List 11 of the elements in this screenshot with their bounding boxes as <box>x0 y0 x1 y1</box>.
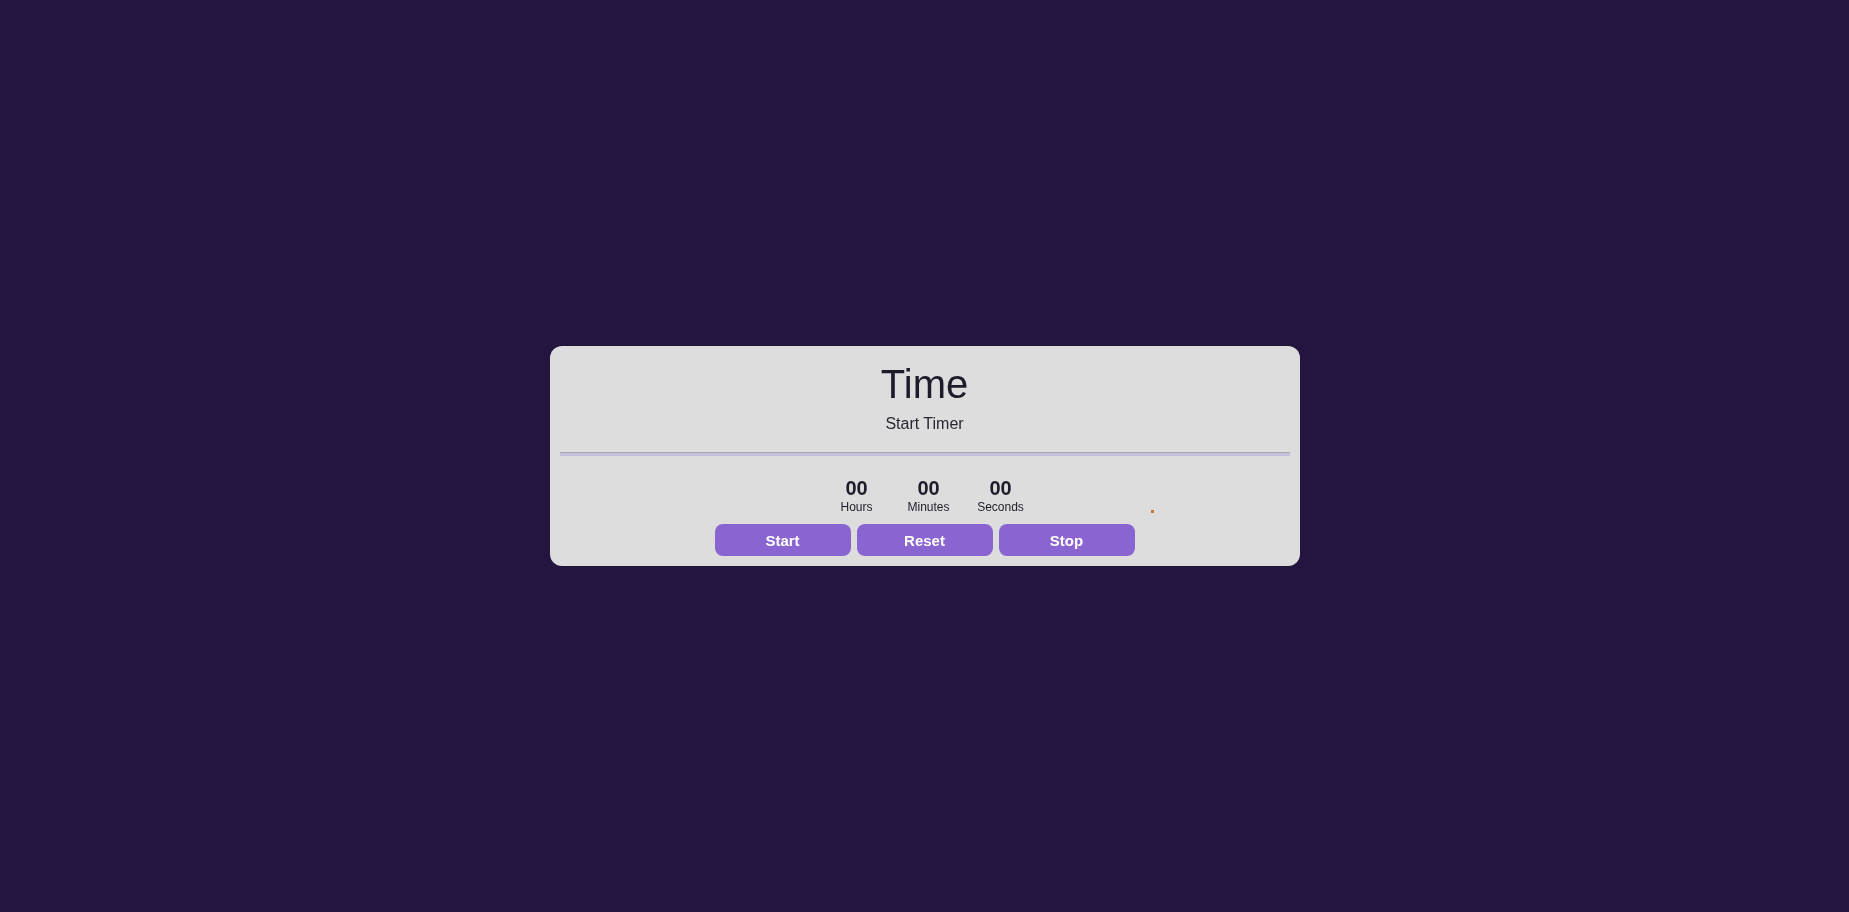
time-value: 00 <box>989 477 1012 500</box>
timer-button[interactable]: Reset <box>856 524 993 556</box>
time-unit-label: Seconds <box>977 500 1024 514</box>
time-value: 00 <box>845 477 868 500</box>
time-value: 00 <box>917 477 940 500</box>
time-unit-label: Minutes <box>907 500 950 514</box>
time-unit-label: Hours <box>840 500 873 514</box>
card-subtitle: Start Timer <box>885 414 964 433</box>
timer-button[interactable]: Stop <box>998 524 1135 556</box>
timer-button[interactable]: Start <box>714 524 851 556</box>
card-title: Time <box>880 361 969 408</box>
